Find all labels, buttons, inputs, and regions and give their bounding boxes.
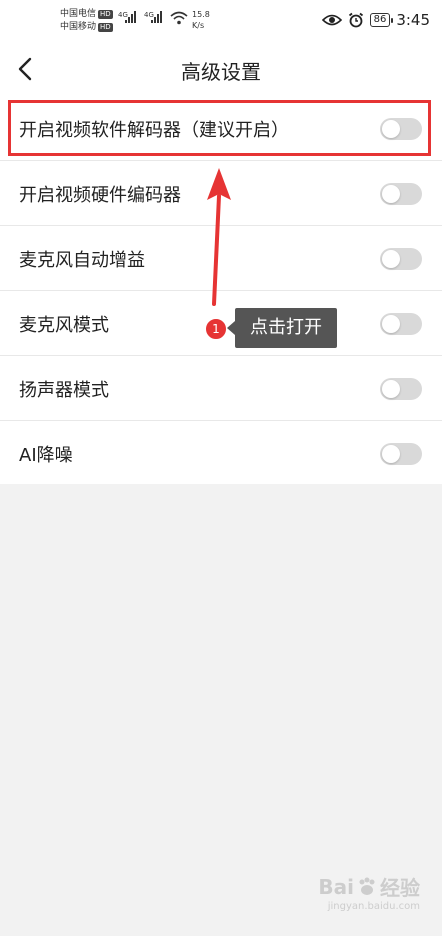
signal-icon: [125, 11, 136, 23]
mic-auto-gain-toggle[interactable]: [380, 248, 422, 270]
title-bar: 高级设置: [0, 44, 442, 96]
setting-row-speaker-mode[interactable]: 扬声器模式: [0, 356, 442, 421]
net-speed: 15.8 K/s: [192, 9, 210, 31]
baidu-jingyan-watermark: Bai 经验 jingyan.baidu.com: [318, 872, 420, 913]
setting-row-ai-noise-reduction[interactable]: AI降噪: [0, 421, 442, 484]
toggle-knob: [382, 250, 400, 268]
watermark-brand: Bai: [318, 874, 354, 899]
carrier-2: 中国移动: [60, 22, 97, 32]
status-bar: 中国电信 HD 中国移动 HD 4G 4G 15.8 K/s 86 3:45: [0, 0, 442, 44]
setting-row-mic-auto-gain[interactable]: 麦克风自动增益: [0, 226, 442, 291]
paw-icon: [359, 877, 375, 895]
eye-icon: [321, 14, 342, 26]
tooltip-callout: 点击打开: [227, 308, 337, 348]
mic-mode-toggle[interactable]: [380, 313, 422, 335]
right-status: 86 3:45: [321, 11, 430, 29]
setting-label: 麦克风自动增益: [19, 250, 145, 271]
setting-label: AI降噪: [19, 445, 73, 466]
net-speed-unit: K/s: [192, 21, 205, 30]
step-number-badge: 1: [205, 318, 227, 340]
hd-badge: HD: [98, 23, 113, 32]
hd-badge: HD: [98, 10, 113, 19]
toggle-knob: [382, 185, 400, 203]
screen: 中国电信 HD 中国移动 HD 4G 4G 15.8 K/s 86 3:45 高…: [0, 0, 442, 936]
toggle-knob: [382, 315, 400, 333]
battery-indicator: 86: [369, 13, 394, 27]
toggle-knob: [382, 445, 400, 463]
toggle-knob: [382, 380, 400, 398]
signal-icon: [151, 11, 162, 23]
net-speed-value: 15.8: [192, 10, 210, 19]
carrier-1: 中国电信: [60, 9, 97, 19]
clock: 3:45: [396, 11, 430, 29]
speaker-mode-toggle[interactable]: [380, 378, 422, 400]
watermark-brand-2: 经验: [380, 876, 420, 900]
ai-noise-reduction-toggle[interactable]: [380, 443, 422, 465]
wifi-icon: [170, 11, 188, 25]
setting-label: 开启视频硬件编码器: [19, 185, 181, 206]
setting-row-video-hardware-encoder[interactable]: 开启视频硬件编码器: [0, 161, 442, 226]
page-title: 高级设置: [181, 60, 261, 84]
watermark-url: jingyan.baidu.com: [327, 901, 420, 912]
highlight-box: [8, 100, 431, 156]
setting-label: 麦克风模式: [19, 315, 109, 336]
setting-label: 扬声器模式: [19, 380, 109, 401]
alarm-icon: [348, 12, 363, 28]
video-hardware-encoder-toggle[interactable]: [380, 183, 422, 205]
carrier-info: 中国电信 HD 中国移动 HD: [60, 8, 113, 34]
